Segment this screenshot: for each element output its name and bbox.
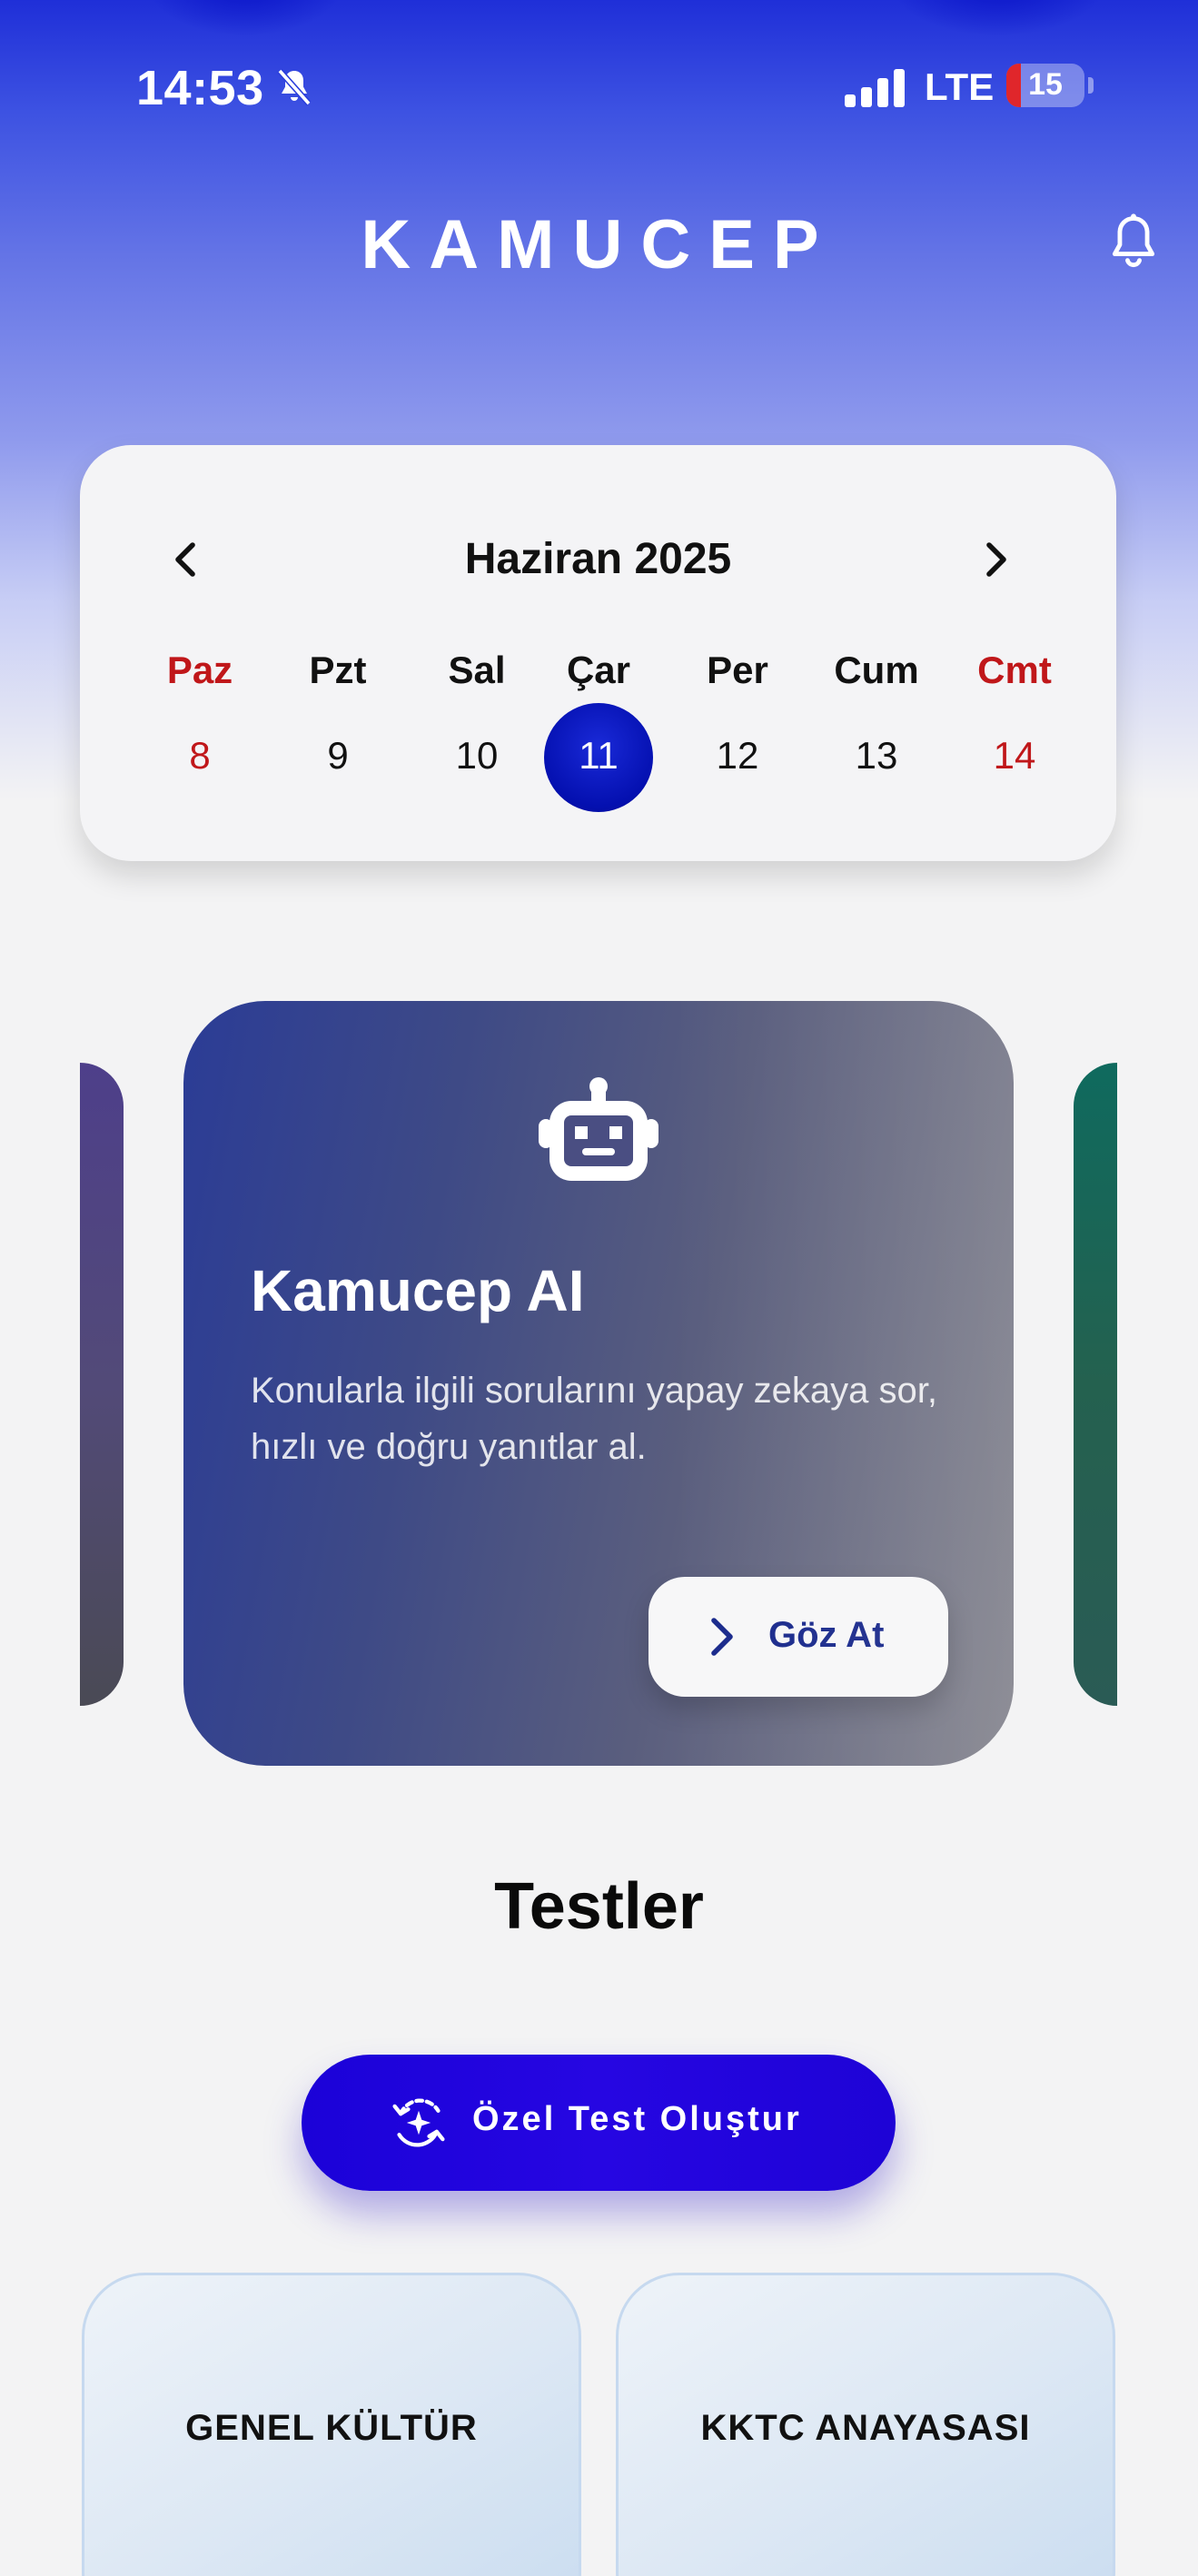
calendar-day[interactable]: 10 bbox=[413, 734, 540, 778]
sparkle-refresh-icon bbox=[392, 2098, 445, 2147]
carousel-card-next[interactable] bbox=[1074, 1063, 1117, 1706]
calendar-month-title: Haziran 2025 bbox=[464, 535, 732, 583]
card-description: Konularla ilgili sorularını yapay zekaya… bbox=[251, 1371, 937, 1467]
robot-icon bbox=[539, 1077, 658, 1181]
battery-icon: 15 bbox=[1006, 64, 1084, 107]
status-time: 14:53 bbox=[136, 61, 264, 115]
test-category-label: KKTC ANAYASASI bbox=[700, 2408, 1031, 2448]
weekday-label: Paz bbox=[166, 649, 233, 691]
create-custom-test-button[interactable]: Özel Test Oluştur bbox=[302, 2055, 896, 2191]
kamucep-ai-card[interactable]: Kamucep AI Konularla ilgili sorularını y… bbox=[183, 1001, 1014, 1766]
test-category-label: GENEL KÜLTÜR bbox=[185, 2408, 478, 2448]
create-custom-test-label: Özel Test Oluştur bbox=[472, 2100, 802, 2138]
test-category-card[interactable]: KKTC ANAYASASI bbox=[616, 2273, 1115, 2576]
bell-icon[interactable] bbox=[1106, 211, 1161, 272]
weekday-label: Cmt bbox=[977, 649, 1052, 691]
chevron-right-icon bbox=[711, 1618, 733, 1656]
week-calendar: Haziran 2025 Paz Pzt Sal Çar Per Cum Cmt… bbox=[80, 445, 1116, 861]
weekday-label: Çar bbox=[566, 649, 631, 691]
browse-button[interactable]: Göz At bbox=[649, 1577, 948, 1697]
section-title-tests: Testler bbox=[494, 1870, 704, 1943]
signal-icon bbox=[845, 67, 905, 107]
calendar-day[interactable]: 14 bbox=[951, 734, 1078, 778]
battery-level: 15 bbox=[1028, 67, 1063, 102]
battery-tip bbox=[1088, 77, 1094, 94]
status-bar: 14:53 LTE 15 bbox=[0, 0, 1198, 173]
network-type: LTE bbox=[925, 65, 995, 108]
bell-off-icon bbox=[277, 68, 312, 106]
calendar-day[interactable]: 12 bbox=[674, 734, 801, 778]
weekday-label: Per bbox=[707, 649, 768, 691]
chevron-right-icon[interactable] bbox=[978, 541, 1011, 578]
weekday-label: Sal bbox=[448, 649, 506, 691]
test-category-card[interactable]: GENEL KÜLTÜR bbox=[82, 2273, 581, 2576]
calendar-day[interactable]: 13 bbox=[813, 734, 940, 778]
app-title: KAMUCEP bbox=[361, 206, 837, 283]
calendar-day-selected[interactable]: 11 bbox=[535, 734, 662, 778]
app-screen: 14:53 LTE 15 KAMUCEP Haziran 2025 Paz Pz… bbox=[0, 0, 1198, 2576]
carousel-card-previous[interactable] bbox=[80, 1063, 124, 1706]
calendar-day[interactable]: 9 bbox=[274, 734, 401, 778]
browse-button-label: Göz At bbox=[768, 1615, 885, 1655]
calendar-day[interactable]: 8 bbox=[136, 734, 263, 778]
weekday-label: Cum bbox=[834, 649, 919, 691]
card-title: Kamucep AI bbox=[251, 1258, 585, 1323]
weekday-label: Pzt bbox=[309, 649, 367, 691]
